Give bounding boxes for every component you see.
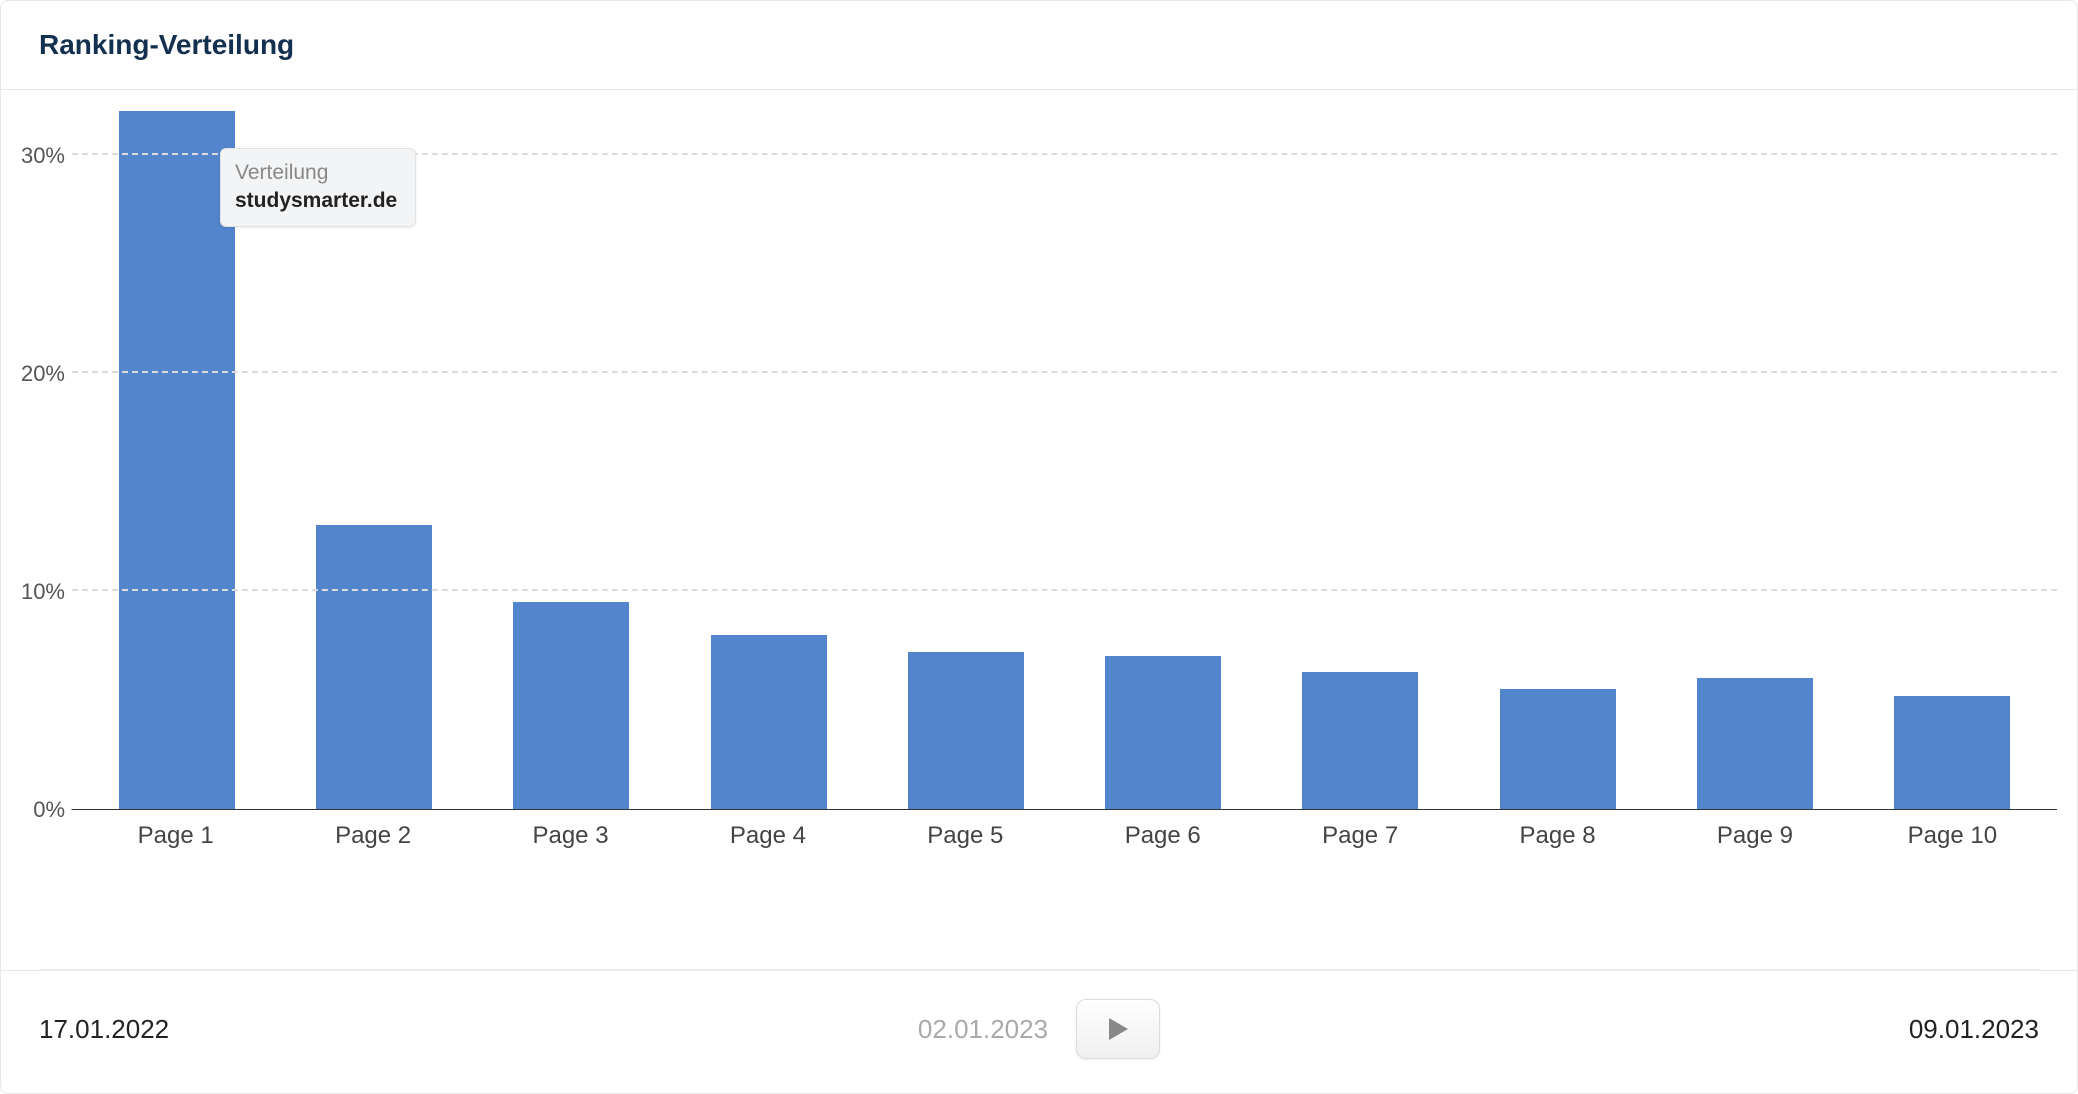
- bar[interactable]: [908, 652, 1024, 809]
- x-axis-labels: Page 1Page 2Page 3Page 4Page 5Page 6Page…: [71, 810, 2057, 850]
- play-icon: [1106, 1016, 1130, 1042]
- bar-slot: [1656, 112, 1853, 809]
- bar[interactable]: [119, 111, 235, 809]
- bar-slot: [1064, 112, 1261, 809]
- bar-chart: Verteilung studysmarter.de: [71, 112, 2057, 810]
- x-tick-label: Page 4: [669, 822, 866, 850]
- tooltip-value: studysmarter.de: [235, 187, 397, 215]
- bar[interactable]: [1500, 689, 1616, 809]
- gridline: [72, 371, 2057, 373]
- bar[interactable]: [711, 635, 827, 810]
- x-tick-label: Page 8: [1459, 822, 1656, 850]
- bar[interactable]: [316, 525, 432, 809]
- x-tick-label: Page 1: [77, 822, 274, 850]
- bar-slot: [670, 112, 867, 809]
- play-button[interactable]: [1076, 999, 1160, 1059]
- timeline-current-date: 02.01.2023: [918, 1014, 1048, 1045]
- y-axis: 0% 10% 20% 30%: [21, 112, 71, 919]
- tooltip-label: Verteilung: [235, 159, 397, 187]
- x-tick-label: Page 5: [867, 822, 1064, 850]
- timeline-footer: 17.01.2022 02.01.2023 09.01.2023: [1, 970, 2077, 1093]
- plot-wrap: Verteilung studysmarter.de Page 1Page 2P…: [71, 112, 2057, 919]
- bar[interactable]: [513, 602, 629, 809]
- y-tick-label: 10%: [21, 579, 65, 605]
- y-tick-label: 20%: [21, 361, 65, 387]
- x-tick-label: Page 3: [472, 822, 669, 850]
- bar-slot: [867, 112, 1064, 809]
- card-header: Ranking-Verteilung: [1, 1, 2077, 90]
- ranking-distribution-card: Ranking-Verteilung 0% 10% 20% 30% Verteilun…: [0, 0, 2078, 1094]
- bar[interactable]: [1105, 656, 1221, 809]
- bar[interactable]: [1697, 678, 1813, 809]
- x-tick-label: Page 7: [1261, 822, 1458, 850]
- timeline-start-date: 17.01.2022: [39, 1014, 169, 1045]
- x-tick-label: Page 10: [1854, 822, 2051, 850]
- x-tick-label: Page 9: [1656, 822, 1853, 850]
- bar-slot: [1459, 112, 1656, 809]
- y-tick-label: 0%: [33, 797, 65, 823]
- x-tick-label: Page 6: [1064, 822, 1261, 850]
- bar-slot: [1262, 112, 1459, 809]
- timeline-center: 02.01.2023: [918, 999, 1160, 1059]
- bar[interactable]: [1894, 696, 2010, 809]
- chart-area: 0% 10% 20% 30% Verteilung studysmarter.de P…: [1, 90, 2077, 919]
- bar-slot: [473, 112, 670, 809]
- x-tick-label: Page 2: [274, 822, 471, 850]
- card-title: Ranking-Verteilung: [39, 29, 2039, 61]
- bar-slot: [1854, 112, 2051, 809]
- y-tick-label: 30%: [21, 143, 65, 169]
- timeline-end-date: 09.01.2023: [1909, 1014, 2039, 1045]
- bar[interactable]: [1302, 672, 1418, 809]
- chart-tooltip: Verteilung studysmarter.de: [220, 148, 416, 227]
- gridline: [72, 589, 2057, 591]
